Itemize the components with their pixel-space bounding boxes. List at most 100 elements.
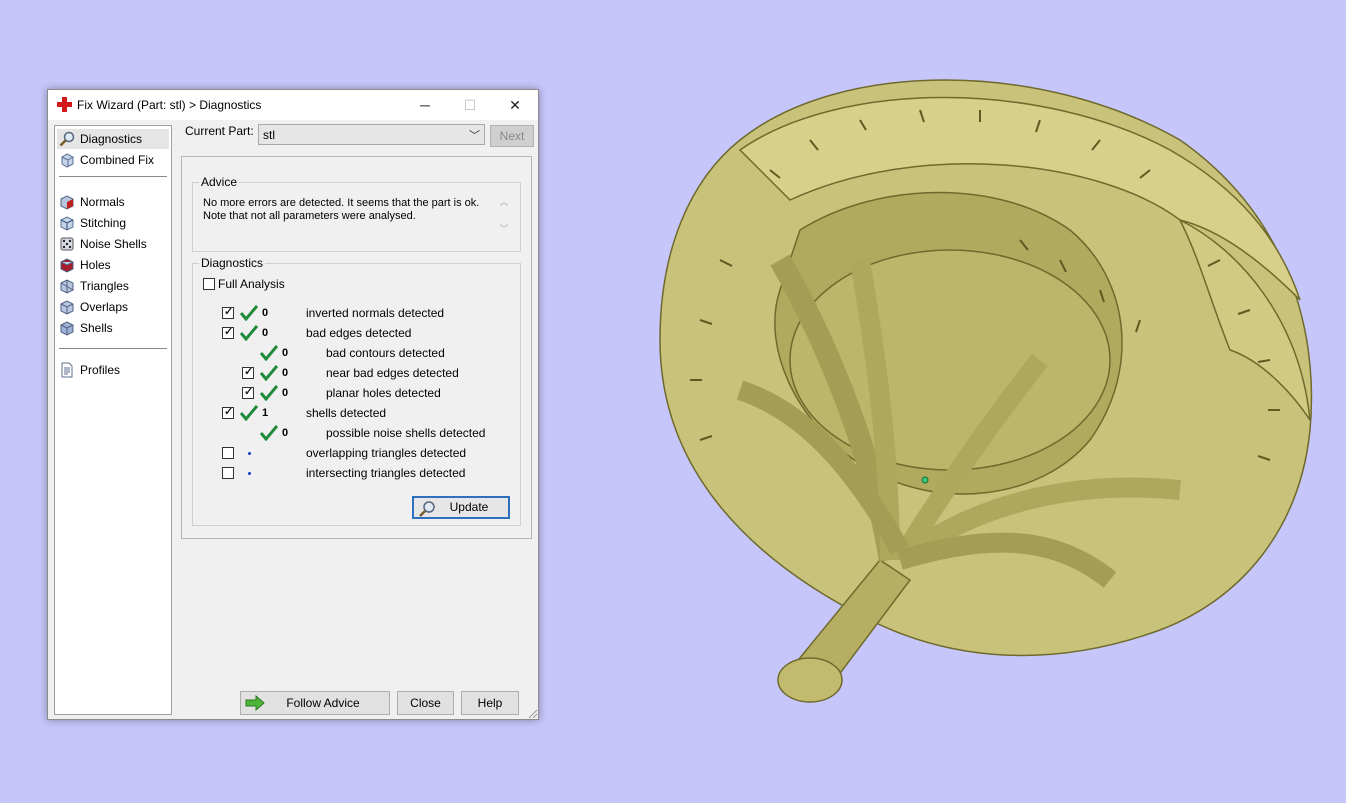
nav-label: Normals (80, 195, 125, 209)
close-button[interactable]: Close (397, 691, 454, 715)
pending-dot-icon (248, 452, 251, 455)
bad-edges-count: 0 (262, 327, 269, 339)
near-bad-edges-checkbox[interactable] (242, 365, 254, 379)
bad-edges-checkbox[interactable] (222, 325, 234, 339)
advice-text: No more errors are detected. It seems th… (203, 197, 493, 223)
normals-cube-icon (60, 195, 74, 210)
document-icon (61, 362, 73, 378)
shells-cube-icon (60, 321, 74, 336)
advice-title: Advice (199, 175, 240, 189)
noise-shells-label: possible noise shells detected (326, 426, 486, 440)
diagnostics-title: Diagnostics (199, 256, 266, 270)
checkmark-icon (260, 425, 278, 441)
pivot-marker-icon (921, 476, 929, 484)
shells-count: 1 (262, 407, 269, 419)
pending-dot-icon (248, 472, 251, 475)
close-window-button[interactable]: ✕ (492, 90, 538, 120)
bad-contours-count: 0 (282, 347, 289, 359)
nav-item-normals[interactable]: Normals (57, 192, 169, 212)
advice-line: No more errors are detected. It seems th… (203, 197, 480, 209)
follow-advice-button[interactable]: Follow Advice (240, 691, 390, 715)
nav-label: Combined Fix (80, 153, 155, 167)
nav-item-shells[interactable]: Shells (57, 318, 169, 338)
inverted-normals-checkbox[interactable] (222, 305, 234, 319)
fix-wizard-cross-icon (57, 97, 72, 112)
minimize-button[interactable]: ─ (402, 90, 448, 120)
current-part-value: stl (263, 128, 275, 142)
chevron-down-icon: ﹀ (469, 130, 480, 142)
dice-icon (60, 237, 74, 251)
nav-label: Shells (80, 321, 113, 335)
advice-line: Note that not all parameters were analys… (203, 210, 416, 222)
bad-edges-label: bad edges detected (306, 326, 412, 340)
overlapping-triangles-checkbox[interactable] (222, 447, 234, 459)
nav-item-triangles[interactable]: Triangles (57, 276, 169, 296)
resize-grip-icon[interactable] (526, 707, 538, 719)
checkmark-icon (260, 365, 278, 381)
nav-item-holes[interactable]: Holes (57, 255, 169, 275)
next-button[interactable]: Next (490, 125, 534, 147)
diagnostics-group: Diagnostics Full Analysis 0 inverted nor… (192, 256, 521, 526)
full-analysis-checkbox[interactable] (203, 278, 215, 290)
update-button[interactable]: Update (412, 496, 510, 519)
near-bad-edges-label: near bad edges detected (326, 366, 459, 380)
overlaps-cube-icon (60, 300, 74, 315)
current-part-select[interactable]: stl ﹀ (258, 124, 485, 145)
magnifier-icon (59, 131, 75, 147)
shells-checkbox[interactable] (222, 405, 234, 419)
nav-item-overlaps[interactable]: Overlaps (57, 297, 169, 317)
follow-advice-label: Follow Advice (286, 696, 360, 710)
planar-holes-label: planar holes detected (326, 386, 441, 400)
overlapping-triangles-label: overlapping triangles detected (306, 446, 467, 460)
checkmark-icon (240, 325, 258, 341)
nav-item-profiles[interactable]: Profiles (57, 360, 169, 380)
intersecting-triangles-checkbox[interactable] (222, 467, 234, 479)
near-bad-edges-count: 0 (282, 367, 289, 379)
checkmark-icon (240, 405, 258, 421)
current-part-label: Current Part: (185, 124, 254, 138)
nav-item-noise-shells[interactable]: Noise Shells (57, 234, 169, 254)
help-button[interactable]: Help (461, 691, 519, 715)
bad-contours-label: bad contours detected (326, 346, 445, 360)
stitching-cube-icon (60, 216, 74, 231)
holes-cube-icon (60, 258, 74, 273)
inverted-normals-label: inverted normals detected (306, 306, 445, 320)
nav-label: Overlaps (80, 300, 129, 314)
update-label: Update (449, 500, 489, 514)
checkmark-icon (260, 345, 278, 361)
nav-label: Noise Shells (80, 237, 147, 251)
diagnostics-panel: Advice No more errors are detected. It s… (181, 156, 532, 539)
planar-holes-checkbox[interactable] (242, 385, 254, 399)
planar-holes-count: 0 (282, 387, 289, 399)
nav-label: Profiles (80, 363, 121, 377)
wizard-nav: Diagnostics Combined Fix Normals Stitchi… (54, 125, 172, 715)
nav-item-combined-fix[interactable]: Combined Fix (57, 150, 169, 170)
nav-separator (59, 348, 167, 349)
nav-label: Stitching (80, 216, 127, 230)
checkmark-icon (240, 305, 258, 321)
3d-model-viewport[interactable] (620, 60, 1340, 740)
nav-item-diagnostics[interactable]: Diagnostics (57, 129, 169, 149)
full-analysis-label: Full Analysis (218, 277, 285, 291)
nav-label: Diagnostics (80, 132, 143, 146)
scroll-up-icon[interactable]: ︿ (497, 195, 511, 208)
inverted-normals-count: 0 (262, 307, 269, 319)
advice-group: Advice No more errors are detected. It s… (192, 175, 521, 252)
green-arrow-icon (245, 695, 265, 711)
magnifier-icon (419, 501, 435, 517)
scroll-down-icon[interactable]: ﹀ (497, 222, 511, 235)
fix-wizard-window: Fix Wizard (Part: stl) > Diagnostics ─ ☐… (47, 89, 539, 720)
triangles-cube-icon (60, 279, 74, 294)
nav-label: Holes (80, 258, 111, 272)
nav-label: Triangles (80, 279, 129, 293)
noise-shells-count: 0 (282, 427, 289, 439)
title-bar[interactable]: Fix Wizard (Part: stl) > Diagnostics ─ ☐… (48, 90, 538, 120)
nav-item-stitching[interactable]: Stitching (57, 213, 169, 233)
maximize-button[interactable]: ☐ (447, 90, 493, 120)
intersecting-triangles-label: intersecting triangles detected (306, 466, 466, 480)
advice-scrollbar[interactable]: ︿ ﹀ (497, 195, 511, 240)
checkmark-icon (260, 385, 278, 401)
nav-separator (59, 176, 167, 177)
cube-icon (61, 153, 74, 168)
shells-label: shells detected (306, 406, 387, 420)
